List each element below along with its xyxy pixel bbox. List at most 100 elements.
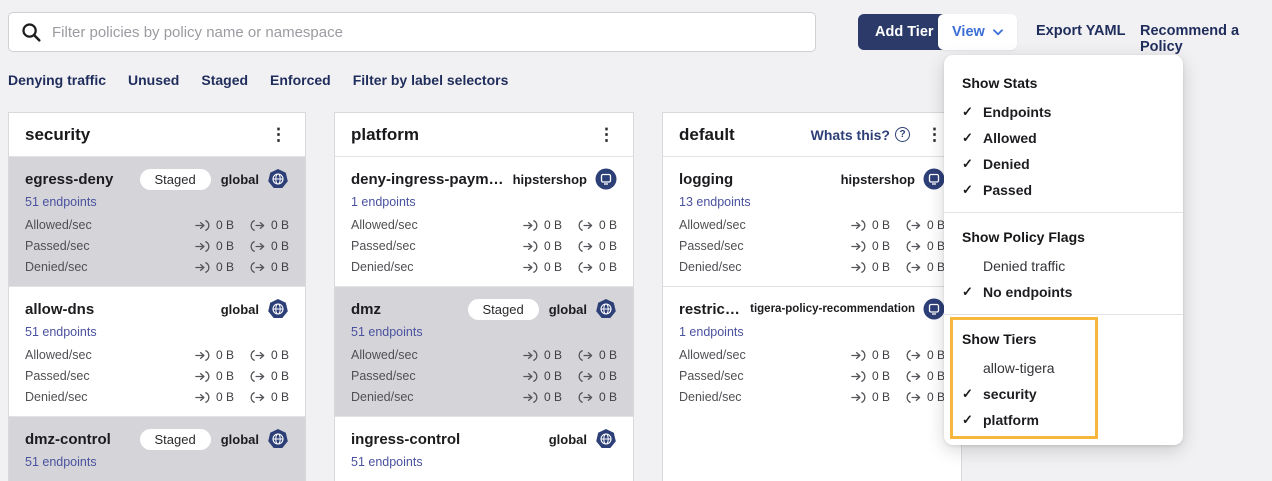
- menu-section-title: Show Tiers: [944, 324, 1183, 355]
- ingress-arrow-icon: [522, 391, 539, 404]
- view-button-label: View: [952, 24, 985, 40]
- filter-unused[interactable]: Unused: [128, 72, 179, 88]
- policy-name: dmz: [351, 301, 468, 318]
- policy-card-allow-dns[interactable]: allow-dns global 51 endpoints Allowed/se…: [9, 286, 305, 416]
- policy-card-dmz-control[interactable]: dmz-control Staged global 51 endpoints: [9, 416, 305, 481]
- whats-this-link[interactable]: Whats this? ?: [811, 127, 910, 143]
- ingress-value: 0 B: [216, 218, 234, 232]
- egress-arrow-icon: [249, 261, 266, 274]
- policy-name: deny-ingress-paymentservi…: [351, 171, 513, 188]
- check-icon: ✓: [962, 104, 983, 120]
- policy-scope: global: [549, 302, 587, 317]
- filter-staged[interactable]: Staged: [201, 72, 248, 88]
- filter-label-selectors[interactable]: Filter by label selectors: [353, 72, 509, 88]
- menu-section-show-policy-flags: Show Policy Flags Denied traffic ✓ No en…: [944, 222, 1183, 305]
- policy-scope: global: [221, 432, 259, 447]
- kebab-menu-icon[interactable]: ⋮: [266, 124, 291, 145]
- menu-item-passed[interactable]: ✓ Passed: [944, 177, 1183, 203]
- add-tier-button[interactable]: Add Tier: [858, 14, 951, 50]
- menu-section-show-tiers: Show Tiers allow-tigera ✓ security ✓ pla…: [944, 324, 1183, 433]
- ingress-arrow-icon: [850, 370, 867, 383]
- global-scope-icon: [595, 298, 617, 320]
- stat-row: Passed/sec 0 B 0 B: [351, 369, 617, 383]
- stat-row: Allowed/sec 0 B 0 B: [25, 218, 289, 232]
- stat-row: Denied/sec 0 B 0 B: [351, 390, 617, 404]
- ingress-arrow-icon: [194, 391, 211, 404]
- endpoints-link[interactable]: 1 endpoints: [351, 195, 416, 209]
- egress-arrow-icon: [577, 370, 594, 383]
- egress-value: 0 B: [599, 260, 617, 274]
- ingress-arrow-icon: [522, 219, 539, 232]
- policy-card-dmz[interactable]: dmz Staged global 51 endpoints Allowed/s…: [335, 286, 633, 416]
- stat-row: Denied/sec 0 B 0 B: [25, 390, 289, 404]
- stat-label: Allowed/sec: [679, 348, 746, 362]
- ingress-arrow-icon: [194, 370, 211, 383]
- endpoints-link[interactable]: 51 endpoints: [25, 195, 97, 209]
- egress-value: 0 B: [599, 369, 617, 383]
- view-dropdown-menu: Show Stats ✓ Endpoints ✓ Allowed ✓ Denie…: [944, 55, 1183, 445]
- egress-value: 0 B: [927, 218, 945, 232]
- egress-arrow-icon: [577, 219, 594, 232]
- tier-header-platform: platform ⋮: [335, 113, 633, 157]
- menu-divider: [944, 212, 1183, 213]
- endpoints-link[interactable]: 1 endpoints: [679, 325, 744, 339]
- filter-enforced[interactable]: Enforced: [270, 72, 331, 88]
- global-scope-icon: [267, 168, 289, 190]
- recommend-policy-button[interactable]: Recommend a Policy: [1140, 23, 1272, 55]
- help-icon: ?: [895, 127, 910, 142]
- endpoints-link[interactable]: 51 endpoints: [351, 325, 423, 339]
- menu-item-denied-traffic[interactable]: Denied traffic: [944, 253, 1183, 279]
- ingress-arrow-icon: [194, 240, 211, 253]
- check-icon: ✓: [962, 156, 983, 172]
- policy-scope: global: [221, 172, 259, 187]
- stat-label: Allowed/sec: [351, 348, 418, 362]
- egress-value: 0 B: [271, 218, 289, 232]
- namespace-icon: [923, 298, 945, 320]
- endpoints-link[interactable]: 51 endpoints: [25, 455, 97, 469]
- menu-item-security[interactable]: ✓ security: [944, 381, 1183, 407]
- menu-item-no-endpoints[interactable]: ✓ No endpoints: [944, 279, 1183, 305]
- menu-item-allowed[interactable]: ✓ Allowed: [944, 125, 1183, 151]
- menu-item-allow-tigera[interactable]: allow-tigera: [944, 355, 1183, 381]
- stat-row: Passed/sec 0 B 0 B: [25, 239, 289, 253]
- endpoints-link[interactable]: 51 endpoints: [25, 325, 97, 339]
- view-button[interactable]: View: [938, 14, 1017, 50]
- egress-arrow-icon: [577, 240, 594, 253]
- stat-label: Denied/sec: [679, 390, 742, 404]
- menu-item-denied[interactable]: ✓ Denied: [944, 151, 1183, 177]
- policy-name: allow-dns: [25, 301, 221, 318]
- policy-search: [8, 12, 816, 52]
- policy-card-logging[interactable]: logging hipstershop 13 endpoints Allowed…: [663, 157, 961, 286]
- menu-item-platform[interactable]: ✓ platform: [944, 407, 1183, 433]
- tier-header-default: default Whats this? ? ⋮: [663, 113, 961, 157]
- policy-card-deny-ingress-paymentservice[interactable]: deny-ingress-paymentservi… hipstershop 1…: [335, 157, 633, 286]
- staged-badge: Staged: [140, 169, 211, 190]
- export-yaml-button[interactable]: Export YAML: [1036, 23, 1125, 39]
- stat-label: Denied/sec: [679, 260, 742, 274]
- ingress-arrow-icon: [850, 391, 867, 404]
- kebab-menu-icon[interactable]: ⋮: [594, 124, 619, 145]
- egress-arrow-icon: [249, 370, 266, 383]
- egress-value: 0 B: [599, 348, 617, 362]
- search-input[interactable]: [52, 24, 803, 41]
- endpoints-link[interactable]: 51 endpoints: [351, 455, 423, 469]
- policy-card-restricted[interactable]: restricted tigera-policy-recommendation …: [663, 286, 961, 416]
- egress-arrow-icon: [249, 240, 266, 253]
- endpoints-link[interactable]: 13 endpoints: [679, 195, 751, 209]
- stat-label: Denied/sec: [351, 390, 414, 404]
- policy-card-ingress-control[interactable]: ingress-control global 51 endpoints: [335, 416, 633, 481]
- filter-denying-traffic[interactable]: Denying traffic: [8, 72, 106, 88]
- policy-card-egress-deny[interactable]: egress-deny Staged global 51 endpoints A…: [9, 157, 305, 286]
- ingress-value: 0 B: [216, 239, 234, 253]
- global-scope-icon: [267, 428, 289, 450]
- ingress-arrow-icon: [194, 219, 211, 232]
- egress-value: 0 B: [271, 260, 289, 274]
- menu-item-endpoints[interactable]: ✓ Endpoints: [944, 99, 1183, 125]
- egress-arrow-icon: [905, 219, 922, 232]
- stat-label: Denied/sec: [351, 260, 414, 274]
- tier-column-platform: platform ⋮ deny-ingress-paymentservi… hi…: [334, 112, 634, 481]
- ingress-value: 0 B: [544, 390, 562, 404]
- stat-row: Passed/sec 0 B 0 B: [679, 369, 945, 383]
- check-icon: ✓: [962, 130, 983, 146]
- egress-value: 0 B: [927, 260, 945, 274]
